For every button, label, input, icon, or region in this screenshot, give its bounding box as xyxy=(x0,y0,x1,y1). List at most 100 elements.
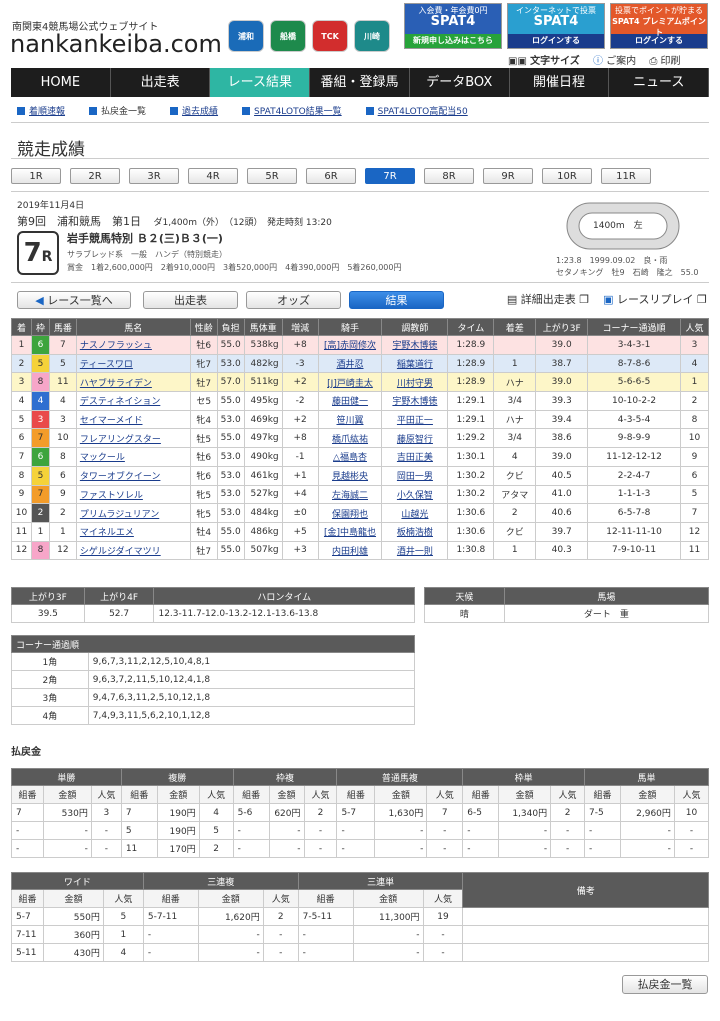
venue-logo-1[interactable]: 船橋 xyxy=(270,20,306,52)
result-cell[interactable]: 宇野木博徳 xyxy=(381,335,449,355)
payout-col: 組番 xyxy=(297,889,354,908)
payout-col: 金額 xyxy=(268,785,305,804)
font-size-control[interactable]: ▣▣ 文字サイズ xyxy=(508,56,580,67)
payout-list-button[interactable]: 払戻金一覧 xyxy=(622,975,708,994)
payout-cell: 5-6 xyxy=(232,803,270,822)
result-cell[interactable]: 宇野木博徳 xyxy=(381,391,449,411)
subnav-link-4[interactable]: SPAT4LOTO高配当50 xyxy=(365,104,468,117)
race-card-button[interactable]: 出走表 xyxy=(143,291,238,309)
nav-item-1[interactable]: 出走表 xyxy=(111,68,211,97)
race-tab-7R[interactable]: 7R xyxy=(365,168,415,184)
result-cell[interactable]: [高]赤岡修次 xyxy=(317,335,383,355)
result-cell[interactable]: 小久保智 xyxy=(381,484,449,505)
result-cell[interactable]: マックール xyxy=(75,447,191,467)
result-cell[interactable]: 藤原智行 xyxy=(381,428,449,449)
result-cell: 39.4 xyxy=(535,409,589,430)
ad-cta[interactable]: ログインする xyxy=(508,34,604,48)
subnav-link-2[interactable]: 過去成績 xyxy=(170,104,218,117)
back-to-list-button[interactable]: ◀ レース一覧へ xyxy=(17,291,131,309)
payout-cell: 430円 xyxy=(42,943,104,962)
race-tab-11R[interactable]: 11R xyxy=(601,168,651,184)
result-cell[interactable]: フレアリングスター xyxy=(75,428,191,449)
guide-link[interactable]: ⓘ ご案内 xyxy=(593,56,636,67)
result-cell[interactable]: [J]戸崎圭太 xyxy=(317,372,383,393)
race-tab-5R[interactable]: 5R xyxy=(247,168,297,184)
nav-item-0[interactable]: HOME xyxy=(11,68,111,97)
odds-button[interactable]: オッズ xyxy=(246,291,341,309)
result-cell[interactable]: 岡田一男 xyxy=(381,465,449,486)
venue-logo-3[interactable]: 川崎 xyxy=(354,20,390,52)
result-cell[interactable]: 板楠浩樹 xyxy=(381,521,449,542)
race-tab-9R[interactable]: 9R xyxy=(483,168,533,184)
nav-item-5[interactable]: 開催日程 xyxy=(510,68,610,97)
venue-logo-2[interactable]: TCK xyxy=(312,20,348,52)
detail-card-button[interactable]: ▤ 詳細出走表 ❐ xyxy=(499,291,597,309)
payout-col: 金額 xyxy=(197,889,264,908)
print-link[interactable]: ⎙ 印刷 xyxy=(649,56,680,67)
result-cell[interactable]: 稲葉道行 xyxy=(381,353,449,374)
ad-cta[interactable]: ログインする xyxy=(611,34,707,48)
race-tab-10R[interactable]: 10R xyxy=(542,168,592,184)
result-cell[interactable]: 山越光 xyxy=(381,503,449,523)
result-button[interactable]: 結果 xyxy=(349,291,444,309)
result-cell[interactable]: 川村守男 xyxy=(381,372,449,393)
result-cell xyxy=(493,335,537,355)
result-cell: 7 xyxy=(30,484,50,505)
result-cell: 38.7 xyxy=(535,353,589,374)
ad-spat4-points[interactable]: 投票でポイントが貯まる SPAT4 プレミアムポイント ログインする xyxy=(610,3,708,49)
result-cell[interactable]: シゲルジダイマツリ xyxy=(75,540,191,561)
result-cell[interactable]: 内田利雄 xyxy=(317,540,383,561)
result-cell[interactable]: 笹川翼 xyxy=(317,409,383,430)
result-cell[interactable]: マイネルエメ xyxy=(75,521,191,542)
payout-cell: - xyxy=(297,943,354,962)
result-cell[interactable]: 藤田健一 xyxy=(317,391,383,411)
result-cell: 57.0 xyxy=(216,372,245,393)
nav-item-4[interactable]: データBOX xyxy=(410,68,510,97)
payout-cell: 190円 xyxy=(156,803,200,822)
ad-cta[interactable]: 新規申し込みはこちら xyxy=(405,34,501,48)
result-cell[interactable]: プリムラジュリアン xyxy=(75,503,191,523)
subnav-link-0[interactable]: 着順速報 xyxy=(17,104,65,117)
venue-logo-0[interactable]: 浦和 xyxy=(228,20,264,52)
result-cell[interactable]: 左海誠二 xyxy=(317,484,383,505)
race-tab-2R[interactable]: 2R xyxy=(70,168,120,184)
sub-nav: 着順速報 払戻金一覧 過去成績 SPAT4LOTO結果一覧 SPAT4LOTO高配当50 xyxy=(11,99,709,123)
result-cell[interactable]: デスティネイション xyxy=(75,391,191,411)
result-cell[interactable]: ファストソレル xyxy=(75,484,191,505)
nav-item-6[interactable]: ニュース xyxy=(609,68,710,97)
result-cell[interactable]: 橋爪紘祐 xyxy=(317,428,383,449)
result-cell[interactable]: タワーオブクイーン xyxy=(75,465,191,486)
result-cell[interactable]: 保園翔也 xyxy=(317,503,383,523)
payout-group: 枠単 xyxy=(462,768,586,786)
nav-item-3[interactable]: 番組・登録馬 xyxy=(310,68,410,97)
result-cell: 1:30.6 xyxy=(447,503,495,523)
result-cell: 4 xyxy=(11,391,32,411)
result-cell[interactable]: 吉田正美 xyxy=(381,447,449,467)
result-cell[interactable]: ナスノフラッシュ xyxy=(75,335,191,355)
nav-item-2[interactable]: レース結果 xyxy=(210,68,311,97)
result-cell[interactable]: 酒井忍 xyxy=(317,353,383,374)
payout-col-row: 組番 金額 人気 組番 金額 人気 組番 金額 人気 組番 金額 人気 組番 金額 人気 組番 金額 人気 xyxy=(11,785,710,804)
subnav-link-3[interactable]: SPAT4LOTO結果一覧 xyxy=(242,104,342,117)
result-cell[interactable]: セイマーメイド xyxy=(75,409,191,430)
replay-button[interactable]: ▣ レースリプレイ ❐ xyxy=(603,291,707,309)
result-cell[interactable]: 見越彬央 xyxy=(317,465,383,486)
result-cell[interactable]: 平田正一 xyxy=(381,409,449,430)
race-tab-3R[interactable]: 3R xyxy=(129,168,179,184)
site-logo[interactable]: nankankeiba.com xyxy=(10,30,222,58)
subnav-link-1[interactable]: 払戻金一覧 xyxy=(89,104,146,117)
result-cell[interactable]: △福島杏 xyxy=(317,447,383,467)
ad-spat4-login[interactable]: インターネットで投票 SPAT4 ログインする xyxy=(507,3,605,49)
result-cell[interactable]: ハヤブサライデン xyxy=(75,372,191,393)
result-cell[interactable]: 酒井一則 xyxy=(381,540,449,561)
result-cell[interactable]: [金]中島龍也 xyxy=(317,521,383,542)
result-cell: 11 xyxy=(679,540,710,561)
payout-cell: 7-5-11 xyxy=(297,907,354,926)
race-tab-6R[interactable]: 6R xyxy=(306,168,356,184)
race-tab-4R[interactable]: 4R xyxy=(188,168,238,184)
result-cell[interactable]: ティースワロ xyxy=(75,353,191,374)
race-tab-1R[interactable]: 1R xyxy=(11,168,61,184)
race-tab-8R[interactable]: 8R xyxy=(424,168,474,184)
ad-spat4-join[interactable]: 入会費・年会費0円 SPAT4 新規申し込みはこちら xyxy=(404,3,502,49)
result-cell: 牡5 xyxy=(189,428,218,449)
